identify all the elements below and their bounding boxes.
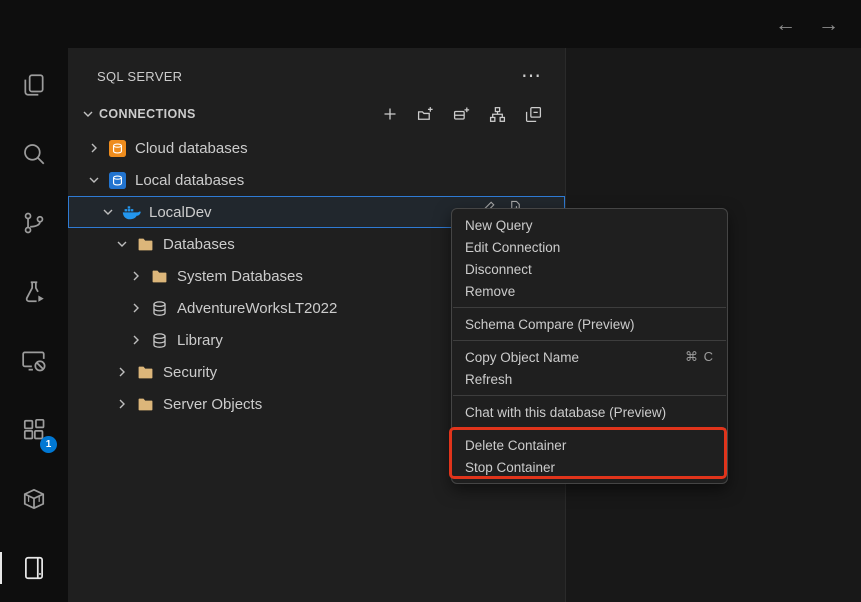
menu-item-label: Remove [465, 284, 515, 299]
cloud-databases-icon [108, 139, 127, 157]
activity-item-search[interactable] [10, 130, 58, 178]
activity-bar: 1 [0, 48, 68, 602]
folder-icon [136, 395, 155, 413]
activity-item-explorer[interactable] [10, 61, 58, 109]
connections-section-header[interactable]: CONNECTIONS [68, 102, 565, 126]
menu-item-label: New Query [465, 218, 533, 233]
menu-item-label: Disconnect [465, 262, 532, 277]
menu-item-label: Copy Object Name [465, 350, 579, 365]
chevron-down-icon[interactable] [114, 236, 130, 252]
titlebar: ← → [0, 0, 861, 48]
activity-item-sql-server[interactable] [10, 544, 58, 592]
tree-item-label: Cloud databases [135, 140, 248, 157]
chevron-down-icon[interactable] [86, 172, 102, 188]
connections-section-label: CONNECTIONS [99, 107, 196, 121]
files-icon [21, 72, 47, 98]
tree-item-label: Library [177, 332, 223, 349]
menu-item-label: Stop Container [465, 460, 555, 475]
folder-icon [136, 363, 155, 381]
activity-item-extensions[interactable]: 1 [10, 406, 58, 454]
vscode-window: ← → [0, 0, 861, 602]
monitor-disabled-icon [21, 348, 47, 374]
context-menu: New Query Edit Connection Disconnect Rem… [451, 208, 728, 484]
menu-item-new-query[interactable]: New Query [452, 214, 727, 236]
chevron-right-icon[interactable] [128, 332, 144, 348]
search-icon [21, 141, 47, 167]
tree-item-label: LocalDev [149, 204, 212, 221]
tree-item-label: System Databases [177, 268, 303, 285]
beaker-run-icon [21, 279, 47, 305]
menu-item-disconnect[interactable]: Disconnect [452, 258, 727, 280]
nav-forward-icon[interactable]: → [818, 14, 839, 35]
menu-separator [453, 307, 726, 308]
database-server-icon [21, 555, 47, 581]
menu-separator [453, 395, 726, 396]
collapse-all-icon[interactable] [525, 106, 542, 123]
chevron-right-icon[interactable] [86, 140, 102, 156]
menu-item-label: Delete Container [465, 438, 566, 453]
tree-item-label: Security [163, 364, 217, 381]
menu-item-refresh[interactable]: Refresh [452, 368, 727, 390]
menu-item-schema-compare[interactable]: Schema Compare (Preview) [452, 313, 727, 335]
sidebar-header: SQL SERVER ⋯ [68, 48, 565, 88]
database-icon [150, 331, 169, 349]
connections-toolbar [381, 106, 542, 123]
menu-item-chat-with-database[interactable]: Chat with this database (Preview) [452, 401, 727, 423]
chevron-right-icon[interactable] [128, 300, 144, 316]
menu-item-label: Chat with this database (Preview) [465, 405, 666, 420]
more-actions-icon[interactable]: ⋯ [521, 69, 541, 83]
database-icon [150, 299, 169, 317]
sidebar-title: SQL SERVER [97, 69, 182, 84]
menu-separator [453, 428, 726, 429]
chevron-down-icon[interactable] [80, 106, 96, 122]
folder-icon [136, 235, 155, 253]
add-connection-icon[interactable] [381, 106, 398, 123]
tree-item-label: Databases [163, 236, 235, 253]
chevron-right-icon[interactable] [114, 364, 130, 380]
menu-item-label: Refresh [465, 372, 512, 387]
docker-whale-icon [122, 203, 141, 221]
source-control-icon [21, 210, 47, 236]
tree-item-label: Local databases [135, 172, 244, 189]
menu-item-edit-connection[interactable]: Edit Connection [452, 236, 727, 258]
menu-item-copy-object-name[interactable]: Copy Object Name ⌘ C [452, 346, 727, 368]
chevron-right-icon[interactable] [128, 268, 144, 284]
activity-item-remote[interactable] [10, 337, 58, 385]
chevron-right-icon[interactable] [114, 396, 130, 412]
chevron-down-icon[interactable] [100, 204, 116, 220]
new-connection-group-icon[interactable] [417, 106, 434, 123]
new-deployment-icon[interactable] [453, 106, 470, 123]
menu-separator [453, 340, 726, 341]
activity-item-testing[interactable] [10, 268, 58, 316]
tree-item-label: Server Objects [163, 396, 262, 413]
activity-item-source-control[interactable] [10, 199, 58, 247]
menu-item-remove[interactable]: Remove [452, 280, 727, 302]
menu-item-label: Schema Compare (Preview) [465, 317, 635, 332]
container-box-icon [21, 486, 47, 512]
extensions-badge: 1 [40, 436, 57, 453]
menu-item-label: Edit Connection [465, 240, 560, 255]
folder-icon [150, 267, 169, 285]
local-databases-icon [108, 171, 127, 189]
activity-item-containers[interactable] [10, 475, 58, 523]
tree-item-cloud-databases[interactable]: Cloud databases [68, 132, 565, 164]
menu-item-shortcut: ⌘ C [685, 349, 714, 365]
connect-hierarchy-icon[interactable] [489, 106, 506, 123]
tree-item-label: AdventureWorksLT2022 [177, 300, 337, 317]
menu-item-delete-container[interactable]: Delete Container [452, 434, 727, 456]
tree-item-local-databases[interactable]: Local databases [68, 164, 565, 196]
nav-back-icon[interactable]: ← [775, 14, 796, 35]
menu-item-stop-container[interactable]: Stop Container [452, 456, 727, 478]
